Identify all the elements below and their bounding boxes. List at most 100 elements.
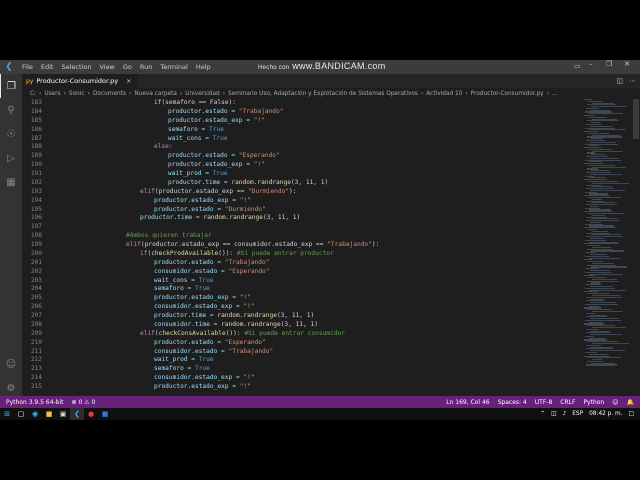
code-line[interactable]: 197 — [22, 223, 582, 232]
word-taskbar-icon[interactable]: ■ — [98, 408, 112, 420]
code-line[interactable]: 191 wait_prod = True — [22, 170, 582, 179]
code-line[interactable]: 206 consumidor.estado_exp = "!" — [22, 303, 582, 312]
code-line[interactable]: 192 productor.time = random.randrange(3, … — [22, 179, 582, 188]
breadcrumb-segment[interactable]: Universidad — [185, 91, 219, 97]
breadcrumb-segment[interactable]: Sonic — [69, 91, 85, 97]
code-line[interactable]: 199 elif(productor.estado_exp == consumid… — [22, 241, 582, 250]
explorer-icon[interactable]: ❐ — [0, 74, 22, 98]
line-number: 187 — [30, 134, 42, 142]
line-number: 183 — [30, 99, 42, 106]
code-line[interactable]: 210 productor.estado = "Esperando" — [22, 339, 582, 348]
code-line[interactable]: 212 wait_prod = True — [22, 356, 582, 365]
minimize-button[interactable]: – — [582, 60, 600, 68]
code-line[interactable]: 201 productor.estado = "Trabajando" — [22, 259, 582, 268]
file-explorer-icon[interactable]: ■ — [42, 408, 56, 420]
scrollbar-thumb[interactable] — [633, 99, 639, 139]
code-editor[interactable]: 183 if(semaforo == False): 184 productor.es… — [22, 99, 582, 396]
breadcrumb-segment[interactable]: Documents — [93, 91, 126, 97]
battery-icon[interactable]: ◫ — [551, 411, 556, 417]
code-line[interactable]: 202 consumidor.estado = "Esperando" — [22, 268, 582, 277]
breadcrumb-segment[interactable]: Nueva carpeta — [134, 91, 177, 97]
source-control-icon[interactable]: ☉ — [0, 122, 22, 146]
clock[interactable]: 08:42 p. m. — [589, 411, 622, 417]
file-encoding[interactable]: UTF-8 — [535, 399, 553, 406]
code-line[interactable]: 185 productor.estado_exp = "!" — [22, 117, 582, 126]
extensions-icon[interactable]: ▦ — [0, 170, 22, 194]
maximize-button[interactable]: ❐ — [600, 60, 618, 68]
breadcrumb-segment[interactable]: Productor-Consumidor.py — [471, 91, 544, 97]
code-line[interactable]: 213 semaforo = True — [22, 365, 582, 374]
tray-chevron-icon[interactable]: ⌃ — [540, 411, 545, 417]
menu-run[interactable]: Run — [136, 63, 156, 71]
code-token: semaforo = — [168, 125, 209, 133]
code-line[interactable]: 209 elif(checkConsAvailable()): #Si puede… — [22, 330, 582, 339]
code-line[interactable]: 188 else: — [22, 143, 582, 152]
menu-edit[interactable]: Edit — [37, 63, 58, 71]
edge-browser-icon[interactable]: ◉ — [28, 408, 42, 420]
minimap[interactable] — [584, 99, 632, 396]
code-line[interactable]: 183 if(semaforo == False): — [22, 99, 582, 108]
code-line[interactable]: 205 productor.estado_exp = "!" — [22, 294, 582, 303]
cursor-position[interactable]: Ln 169, Col 46 — [446, 399, 489, 406]
code-line[interactable]: 184 productor.estado = "Trabajando" — [22, 108, 582, 117]
menu-terminal[interactable]: Terminal — [156, 63, 191, 71]
search-icon[interactable]: ⚲ — [0, 98, 22, 122]
bandicam-taskbar-icon[interactable]: ● — [84, 408, 98, 420]
editor-scrollbar[interactable] — [632, 99, 640, 396]
code-line[interactable]: 186 semaforo = True — [22, 126, 582, 135]
code-line[interactable]: 207 productor.time = random.randrange(3, … — [22, 312, 582, 321]
breadcrumb-segment[interactable]: Seminario Uso, Adaptación y Explotación … — [228, 91, 418, 97]
volume-icon[interactable]: ♪ — [563, 411, 567, 417]
breadcrumb-segment[interactable]: ... — [552, 91, 558, 97]
code-text: productor.estado_exp = "!" — [98, 161, 265, 168]
notifications-bell-icon[interactable]: 🔔 — [627, 399, 634, 406]
more-actions-icon[interactable]: ⋯ — [629, 77, 636, 85]
code-token: productor.estado = — [154, 258, 225, 266]
code-line[interactable]: 200 if(checkProdAvailable()): #Si puede e… — [22, 250, 582, 259]
code-line[interactable]: 198 #Ambos quieren trabajar — [22, 232, 582, 241]
code-line[interactable]: 215 productor.estado_exp = "!" — [22, 383, 582, 392]
code-line[interactable]: 187 wait_cons = True — [22, 135, 582, 144]
python-interpreter[interactable]: Python 3.9.5 64-bit — [6, 399, 64, 406]
code-line[interactable]: 189 productor.estado = "Esperando" — [22, 152, 582, 161]
code-line[interactable]: 195 productor.estado = "Durmiendo" — [22, 206, 582, 215]
account-icon[interactable]: ☺ — [0, 352, 22, 376]
indentation-setting[interactable]: Spaces: 4 — [498, 399, 527, 406]
code-line[interactable]: 208 consumidor.time = random.randrange(3,… — [22, 321, 582, 330]
code-line[interactable]: 196 productor.time = random.randrange(3, … — [22, 214, 582, 223]
code-line[interactable]: 194 productor.estado_exp = "!" — [22, 197, 582, 206]
language-mode[interactable]: Python — [583, 399, 604, 406]
close-window-button[interactable]: ✕ — [618, 60, 636, 68]
menu-go[interactable]: Go — [119, 63, 136, 71]
code-line[interactable]: 204 semaforo = True — [22, 285, 582, 294]
notification-center-icon[interactable]: □ — [629, 411, 634, 417]
run-debug-icon[interactable]: ▷ — [0, 146, 22, 170]
breadcrumb-segment[interactable]: Actividad 10 — [426, 91, 462, 97]
menu-file[interactable]: File — [18, 63, 37, 71]
code-line[interactable]: 211 consumidor.estado = "Trabajando" — [22, 348, 582, 357]
code-line[interactable]: 214 consumidor.estado_exp = "!" — [22, 374, 582, 383]
split-editor-icon[interactable]: ◫ — [616, 77, 623, 85]
menu-view[interactable]: View — [95, 63, 118, 71]
code-line[interactable]: 190 productor.estado_exp = "!" — [22, 161, 582, 170]
tab-close-icon[interactable]: × — [126, 77, 131, 85]
breadcrumb-segment[interactable]: Users — [44, 91, 60, 97]
menu-help[interactable]: Help — [192, 63, 215, 71]
code-token: "Trabajando" — [224, 258, 270, 266]
end-of-line[interactable]: CRLF — [560, 399, 575, 406]
keyboard-language[interactable]: ESP — [572, 411, 583, 417]
task-view-icon[interactable]: ▢ — [14, 408, 28, 420]
code-line[interactable]: 203 wait_cons = True — [22, 277, 582, 286]
feedback-icon[interactable]: ☺ — [612, 399, 618, 406]
windows-start-icon[interactable]: ⊞ — [0, 408, 14, 420]
store-icon[interactable]: ▣ — [56, 408, 70, 420]
code-text: productor.estado_exp = "!" — [98, 294, 251, 301]
layout-toggle-icon[interactable]: ▭ — [574, 62, 581, 70]
tab-productor-consumidor[interactable]: py Productor-Consumidor.py × — [22, 74, 138, 88]
code-line[interactable]: 193 elif(productor.estado_exp == "Durmien… — [22, 188, 582, 197]
problems-indicator[interactable]: ⊗ 0 ⚠ 0 — [72, 399, 96, 406]
watermark-main: www.BANDICAM.com — [292, 61, 386, 71]
breadcrumb-segment[interactable]: C: — [30, 91, 36, 97]
vscode-taskbar-icon[interactable]: ❮ — [70, 408, 84, 420]
menu-selection[interactable]: Selection — [57, 63, 95, 71]
